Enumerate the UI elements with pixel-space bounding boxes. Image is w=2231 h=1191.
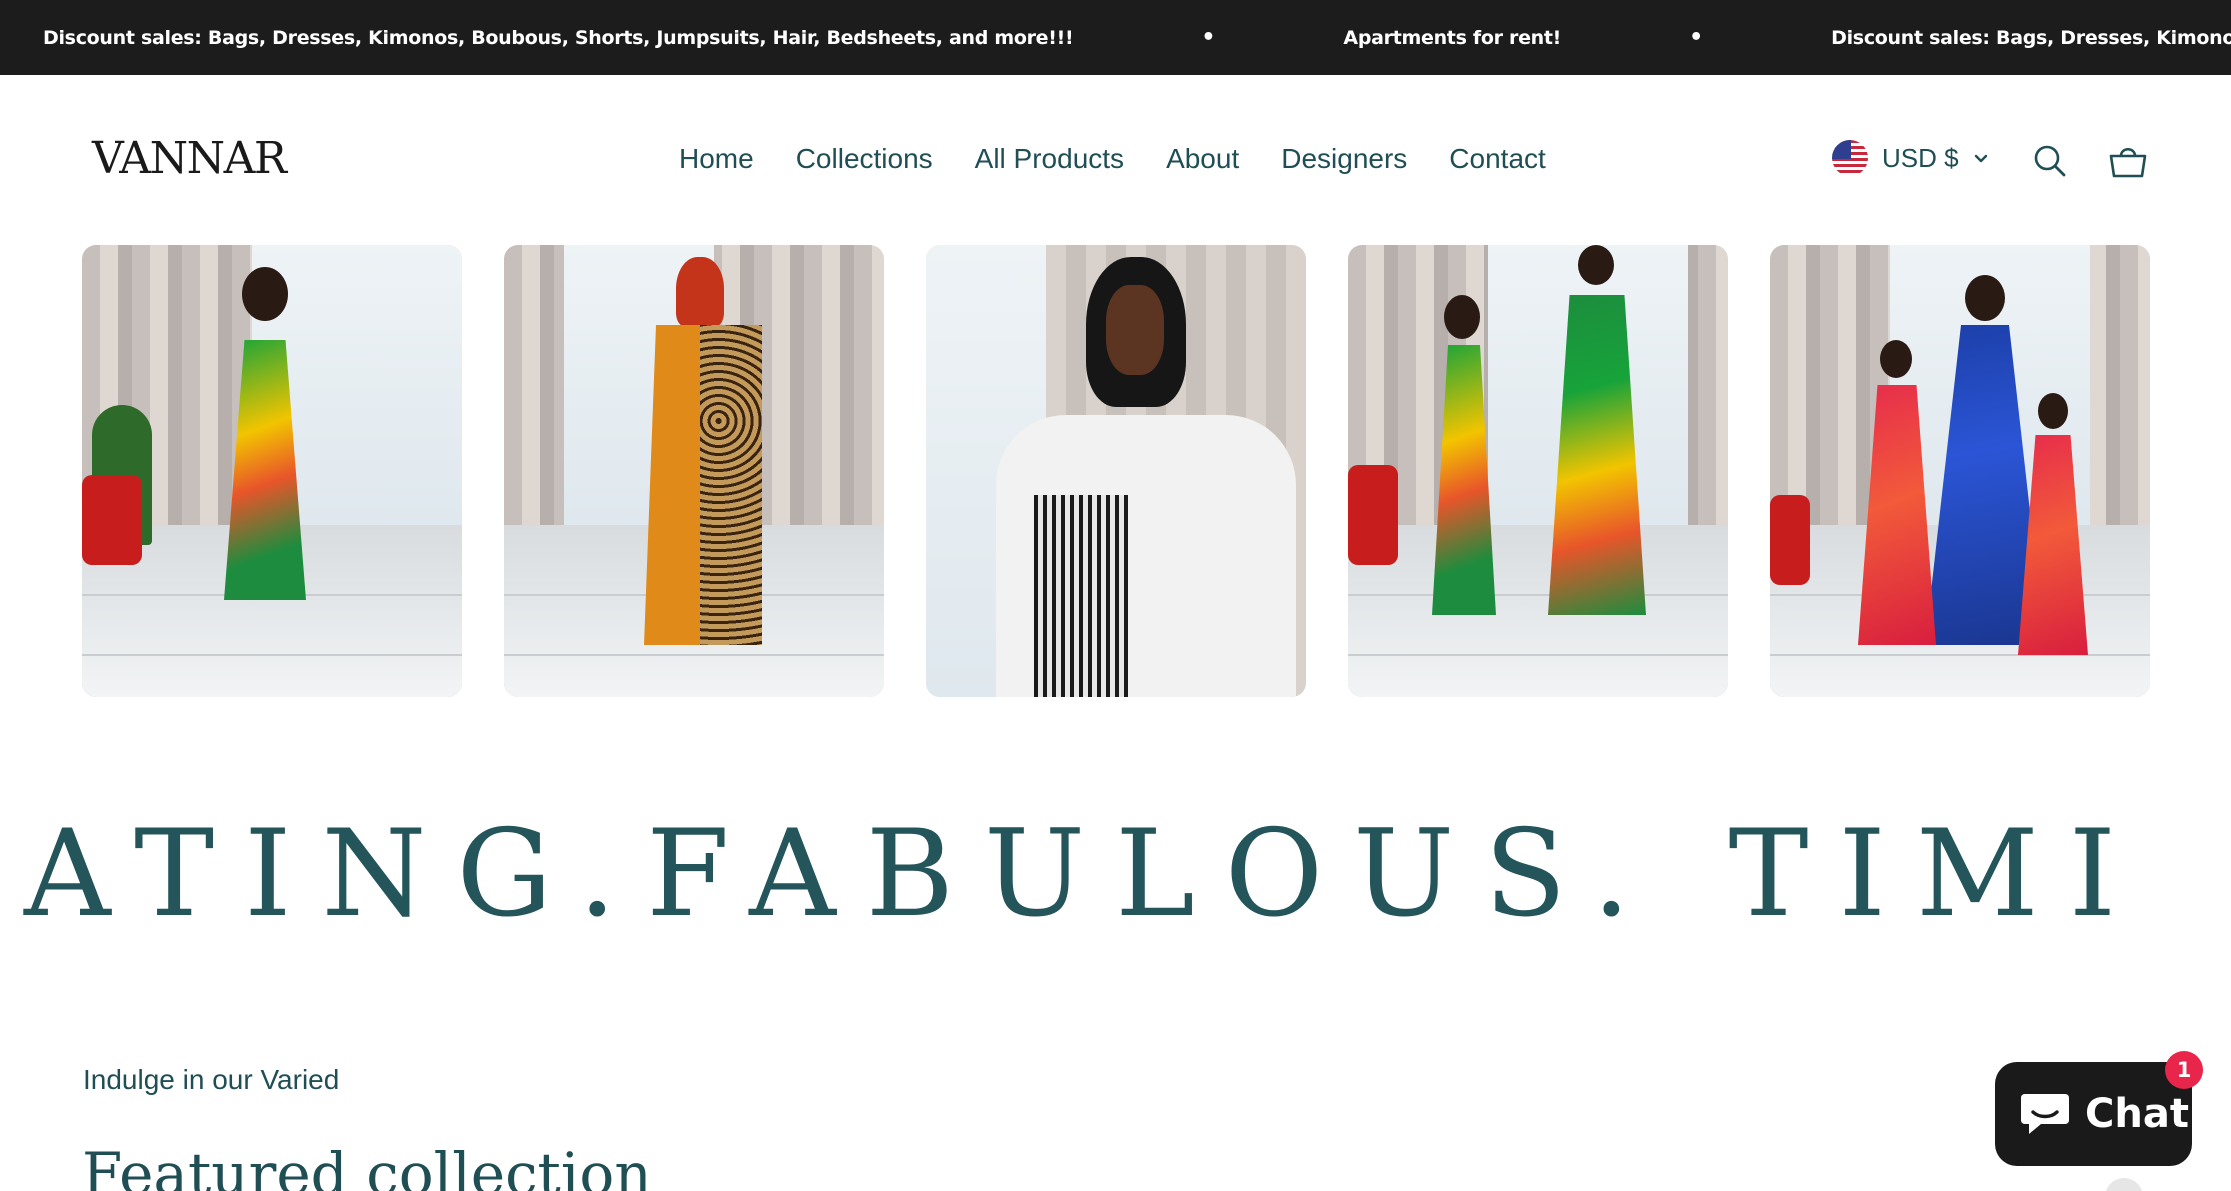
currency-label: USD $: [1882, 142, 1959, 173]
gallery-image-2[interactable]: [504, 245, 884, 697]
gallery-image-3[interactable]: [926, 245, 1306, 697]
us-flag-icon: [1832, 140, 1868, 176]
tagline-marquee: ATING.FABULOUS. TIMI: [0, 800, 2231, 950]
nav-all-products[interactable]: All Products: [975, 143, 1124, 175]
search-icon[interactable]: [2030, 141, 2070, 181]
nav-home[interactable]: Home: [679, 143, 754, 175]
announcement-item[interactable]: Discount sales: Bags, Dresses, Kimonos, …: [43, 27, 1074, 49]
main-nav: Home Collections All Products About Desi…: [679, 143, 1546, 175]
gallery-image-1[interactable]: [82, 245, 462, 697]
gallery-image-5[interactable]: [1770, 245, 2150, 697]
chat-label: Chat: [2085, 1091, 2189, 1137]
announcement-bar: Discount sales: Bags, Dresses, Kimonos, …: [0, 0, 2231, 75]
site-header: VANNAR Home Collections All Products Abo…: [0, 75, 2231, 245]
featured-subheading: Indulge in our Varied: [83, 1064, 340, 1095]
nav-about[interactable]: About: [1166, 143, 1239, 175]
announcement-separator: •: [1201, 25, 1216, 50]
image-gallery: [82, 245, 2150, 697]
gallery-image-4[interactable]: [1348, 245, 1728, 697]
marquee-text: ATING.FABULOUS. TIMI: [24, 805, 2147, 944]
logo[interactable]: VANNAR: [92, 133, 287, 184]
nav-contact[interactable]: Contact: [1449, 143, 1546, 175]
nav-designers[interactable]: Designers: [1281, 143, 1407, 175]
chat-notification-badge: 1: [2165, 1051, 2203, 1089]
announcement-track: Discount sales: Bags, Dresses, Kimonos, …: [43, 0, 2231, 75]
nav-collections[interactable]: Collections: [796, 143, 933, 175]
announcement-item[interactable]: Apartments for rent!: [1343, 27, 1561, 49]
chevron-down-icon: [1974, 154, 1987, 163]
carousel-dot[interactable]: [2105, 1178, 2143, 1191]
announcement-item[interactable]: Discount sales: Bags, Dresses, Kimonos, …: [1831, 27, 2231, 49]
currency-selector[interactable]: USD $: [1832, 140, 1989, 176]
chat-bubble-icon: [2021, 1094, 2069, 1134]
featured-heading: Featured collection: [82, 1140, 652, 1191]
cart-basket-icon[interactable]: [2108, 141, 2148, 181]
chat-button[interactable]: Chat: [1995, 1062, 2192, 1166]
announcement-separator: •: [1689, 25, 1704, 50]
